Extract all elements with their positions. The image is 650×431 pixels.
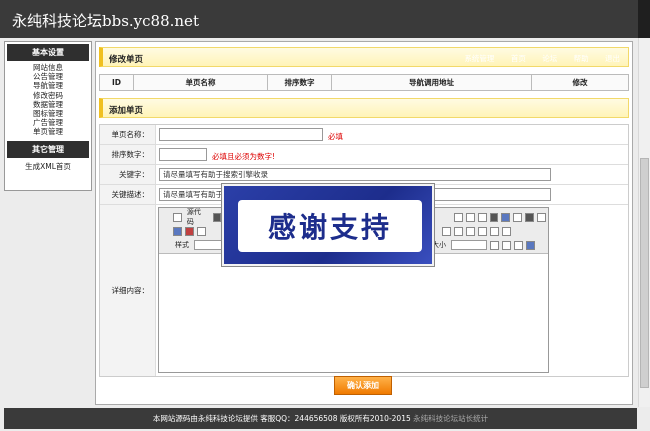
label-keywords: 关键字： <box>100 165 156 184</box>
sidebar-item-password[interactable]: 修改密码 <box>5 91 91 100</box>
anchor-icon[interactable] <box>454 226 463 236</box>
sidebar-item-data[interactable]: 数据管理 <box>5 100 91 109</box>
faint-link-home[interactable]: 首页 <box>511 54 526 63</box>
bg-color-icon[interactable] <box>502 240 511 250</box>
col-page-name: 单页名称 <box>133 74 268 91</box>
section-add-header: 添加单页 <box>99 98 629 118</box>
faint-link-logout[interactable]: 退出 <box>605 54 620 63</box>
sort-hint: 必填且必须为数字! <box>212 152 276 161</box>
save-icon[interactable] <box>526 240 535 250</box>
pen-icon[interactable] <box>197 226 206 236</box>
col-id: ID <box>99 74 134 91</box>
label-sort: 排序数字： <box>100 145 156 164</box>
hr-icon[interactable] <box>466 226 475 236</box>
section-modify-header: 修改单页 系统管理 首页 论坛 帮助 退出 <box>99 47 629 67</box>
footer-text: 本网站源码由永纯科技论坛提供 客服QQ：244656508 版权所有2010-2… <box>152 414 411 423</box>
maximize-icon[interactable] <box>514 240 523 250</box>
faint-link-help[interactable]: 帮助 <box>574 54 589 63</box>
col-edit: 修改 <box>531 74 629 91</box>
sidebar-group-basic: 基本设置 <box>7 44 89 61</box>
keywords-input[interactable]: 请尽量填写有助于搜索引擎收录 <box>159 168 551 181</box>
textarea-icon[interactable] <box>489 212 499 222</box>
confirm-add-button[interactable]: 确认添加 <box>334 376 392 395</box>
image-button-icon[interactable] <box>525 212 535 222</box>
format-icon[interactable] <box>212 212 222 222</box>
page-name-hint: 必填 <box>328 132 343 141</box>
sidebar: 基本设置 网站信息 公告管理 导航管理 修改密码 数据管理 图标管理 广告管理 … <box>4 41 92 191</box>
faint-top-links: 系统管理 首页 论坛 帮助 退出 <box>450 53 620 64</box>
checkbox-icon[interactable] <box>453 212 463 222</box>
footer-stats-link[interactable]: 永纯科技论坛站长统计 <box>413 414 488 423</box>
site-title: 永纯科技论坛bbs.yc88.net <box>12 12 199 30</box>
sidebar-item-announcements[interactable]: 公告管理 <box>5 72 91 81</box>
faint-link-forum[interactable]: 论坛 <box>542 54 557 63</box>
flash-icon[interactable] <box>185 226 194 236</box>
button-icon[interactable] <box>513 212 523 222</box>
faint-link-system[interactable]: 系统管理 <box>464 54 494 63</box>
label-description: 关键描述： <box>100 185 156 204</box>
page-name-input[interactable] <box>159 128 323 141</box>
omega-icon[interactable] <box>478 226 487 236</box>
label-content: 详细内容： <box>100 205 156 376</box>
header-edge <box>638 0 650 38</box>
text-color-icon[interactable] <box>490 240 499 250</box>
sort-input[interactable] <box>159 148 207 161</box>
row-keywords: 关键字： 请尽量填写有助于搜索引擎收录 <box>100 165 628 185</box>
sidebar-item-single-pages[interactable]: 单页管理 <box>5 127 91 136</box>
col-sort: 排序数字 <box>267 74 332 91</box>
source-icon[interactable] <box>173 212 182 222</box>
sidebar-item-site-info[interactable]: 网站信息 <box>5 63 91 72</box>
thanks-banner: 感谢支持 <box>222 184 434 266</box>
row-page-name: 单页名称： 必填 <box>100 125 628 145</box>
textfield-icon[interactable] <box>477 212 487 222</box>
scrollbar-thumb[interactable] <box>640 158 649 388</box>
sidebar-group-other: 其它管理 <box>7 140 89 158</box>
row-sort: 排序数字： 必填且必须为数字! <box>100 145 628 165</box>
footer: 本网站源码由永纯科技论坛提供 客服QQ：244656508 版权所有2010-2… <box>4 408 637 429</box>
thanks-banner-text: 感谢支持 <box>267 211 392 244</box>
vertical-scrollbar[interactable] <box>638 38 650 407</box>
editor-content-area[interactable] <box>159 254 548 372</box>
link-icon[interactable] <box>442 226 451 236</box>
thanks-banner-inner: 感谢支持 <box>238 200 422 252</box>
source-button-label[interactable]: 源代码 <box>185 207 210 227</box>
section-add-title: 添加单页 <box>109 106 144 116</box>
sidebar-item-generate-xml[interactable]: 生成XML首页 <box>5 162 91 171</box>
label-page-name: 单页名称： <box>100 125 156 144</box>
style-label: 样式 <box>175 241 189 249</box>
single-page-table: ID 单页名称 排序数字 导航调用地址 修改 <box>99 74 629 91</box>
radio-icon[interactable] <box>465 212 475 222</box>
sidebar-item-ads[interactable]: 广告管理 <box>5 118 91 127</box>
image-icon[interactable] <box>173 226 182 236</box>
style-select[interactable] <box>194 240 224 250</box>
size-select[interactable] <box>451 240 487 250</box>
sidebar-item-navigation[interactable]: 导航管理 <box>5 81 91 90</box>
table-header-row: ID 单页名称 排序数字 导航调用地址 修改 <box>99 74 629 91</box>
select-icon[interactable] <box>501 212 511 222</box>
section-modify-title: 修改单页 <box>109 55 144 65</box>
hidden-field-icon[interactable] <box>537 212 546 222</box>
numbered-list-icon[interactable] <box>502 226 511 236</box>
col-nav-url: 导航调用地址 <box>331 74 532 91</box>
header-bar: 永纯科技论坛bbs.yc88.net <box>0 0 650 38</box>
sidebar-item-icons[interactable]: 图标管理 <box>5 109 91 118</box>
list-icon[interactable] <box>490 226 499 236</box>
